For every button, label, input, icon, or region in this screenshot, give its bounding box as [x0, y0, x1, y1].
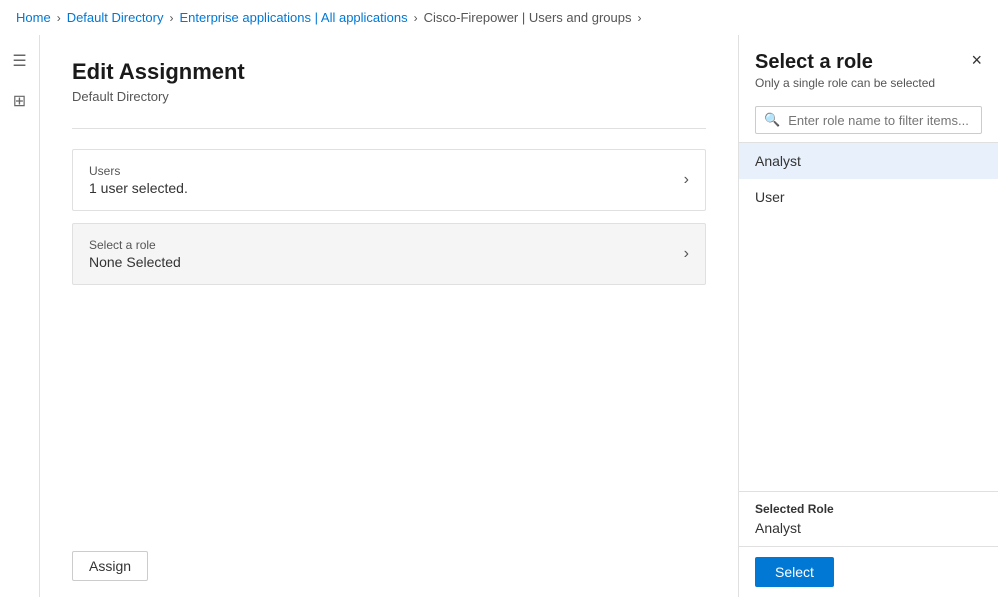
breadcrumb: Home › Default Directory › Enterprise ap…: [0, 0, 998, 35]
role-list: Analyst User: [739, 143, 998, 491]
search-input[interactable]: [788, 113, 973, 128]
users-chevron-icon: ›: [684, 171, 689, 189]
users-label: Users: [89, 164, 188, 178]
role-item-user[interactable]: User: [739, 179, 998, 215]
side-panel-title: Select a role: [755, 51, 935, 74]
select-button-container: Select: [739, 546, 998, 597]
breadcrumb-home[interactable]: Home: [16, 10, 51, 25]
selected-role-label: Selected Role: [755, 502, 982, 516]
users-section: Users 1 user selected. ›: [72, 149, 706, 211]
sidebar-icon-2[interactable]: ⊞: [2, 83, 38, 119]
breadcrumb-sep-4: ›: [637, 11, 641, 25]
selected-role-value: Analyst: [755, 520, 982, 536]
role-section-row[interactable]: Select a role None Selected ›: [73, 224, 705, 284]
search-box: 🔍: [755, 106, 982, 134]
side-panel-close-button[interactable]: ×: [971, 51, 982, 69]
page-title: Edit Assignment: [72, 59, 706, 85]
role-label: Select a role: [89, 238, 181, 252]
assign-button[interactable]: Assign: [72, 551, 148, 581]
role-chevron-icon: ›: [684, 245, 689, 263]
side-panel: Select a role Only a single role can be …: [738, 35, 998, 597]
search-icon: 🔍: [764, 112, 780, 128]
page-subtitle: Default Directory: [72, 89, 706, 104]
side-panel-header: Select a role Only a single role can be …: [739, 35, 998, 98]
breadcrumb-sep-1: ›: [57, 11, 61, 25]
breadcrumb-enterprise-apps[interactable]: Enterprise applications | All applicatio…: [180, 10, 408, 25]
role-item-analyst[interactable]: Analyst: [739, 143, 998, 179]
breadcrumb-sep-3: ›: [414, 11, 418, 25]
side-panel-title-group: Select a role Only a single role can be …: [755, 51, 935, 90]
left-panel: Edit Assignment Default Directory Users …: [40, 35, 738, 597]
users-section-content: Users 1 user selected.: [89, 164, 188, 196]
sidebar-icons: ☰ ⊞: [0, 35, 40, 597]
search-container: 🔍: [739, 98, 998, 143]
users-value: 1 user selected.: [89, 180, 188, 196]
breadcrumb-sep-2: ›: [170, 11, 174, 25]
divider: [72, 128, 706, 129]
breadcrumb-cisco[interactable]: Cisco-Firepower | Users and groups: [424, 10, 632, 25]
side-panel-subtitle: Only a single role can be selected: [755, 76, 935, 90]
sidebar-icon-1[interactable]: ☰: [2, 43, 38, 79]
breadcrumb-default-directory[interactable]: Default Directory: [67, 10, 164, 25]
select-button[interactable]: Select: [755, 557, 834, 587]
users-section-row[interactable]: Users 1 user selected. ›: [73, 150, 705, 210]
role-section-content: Select a role None Selected: [89, 238, 181, 270]
selected-role-section: Selected Role Analyst: [739, 491, 998, 546]
role-value: None Selected: [89, 254, 181, 270]
role-section: Select a role None Selected ›: [72, 223, 706, 285]
